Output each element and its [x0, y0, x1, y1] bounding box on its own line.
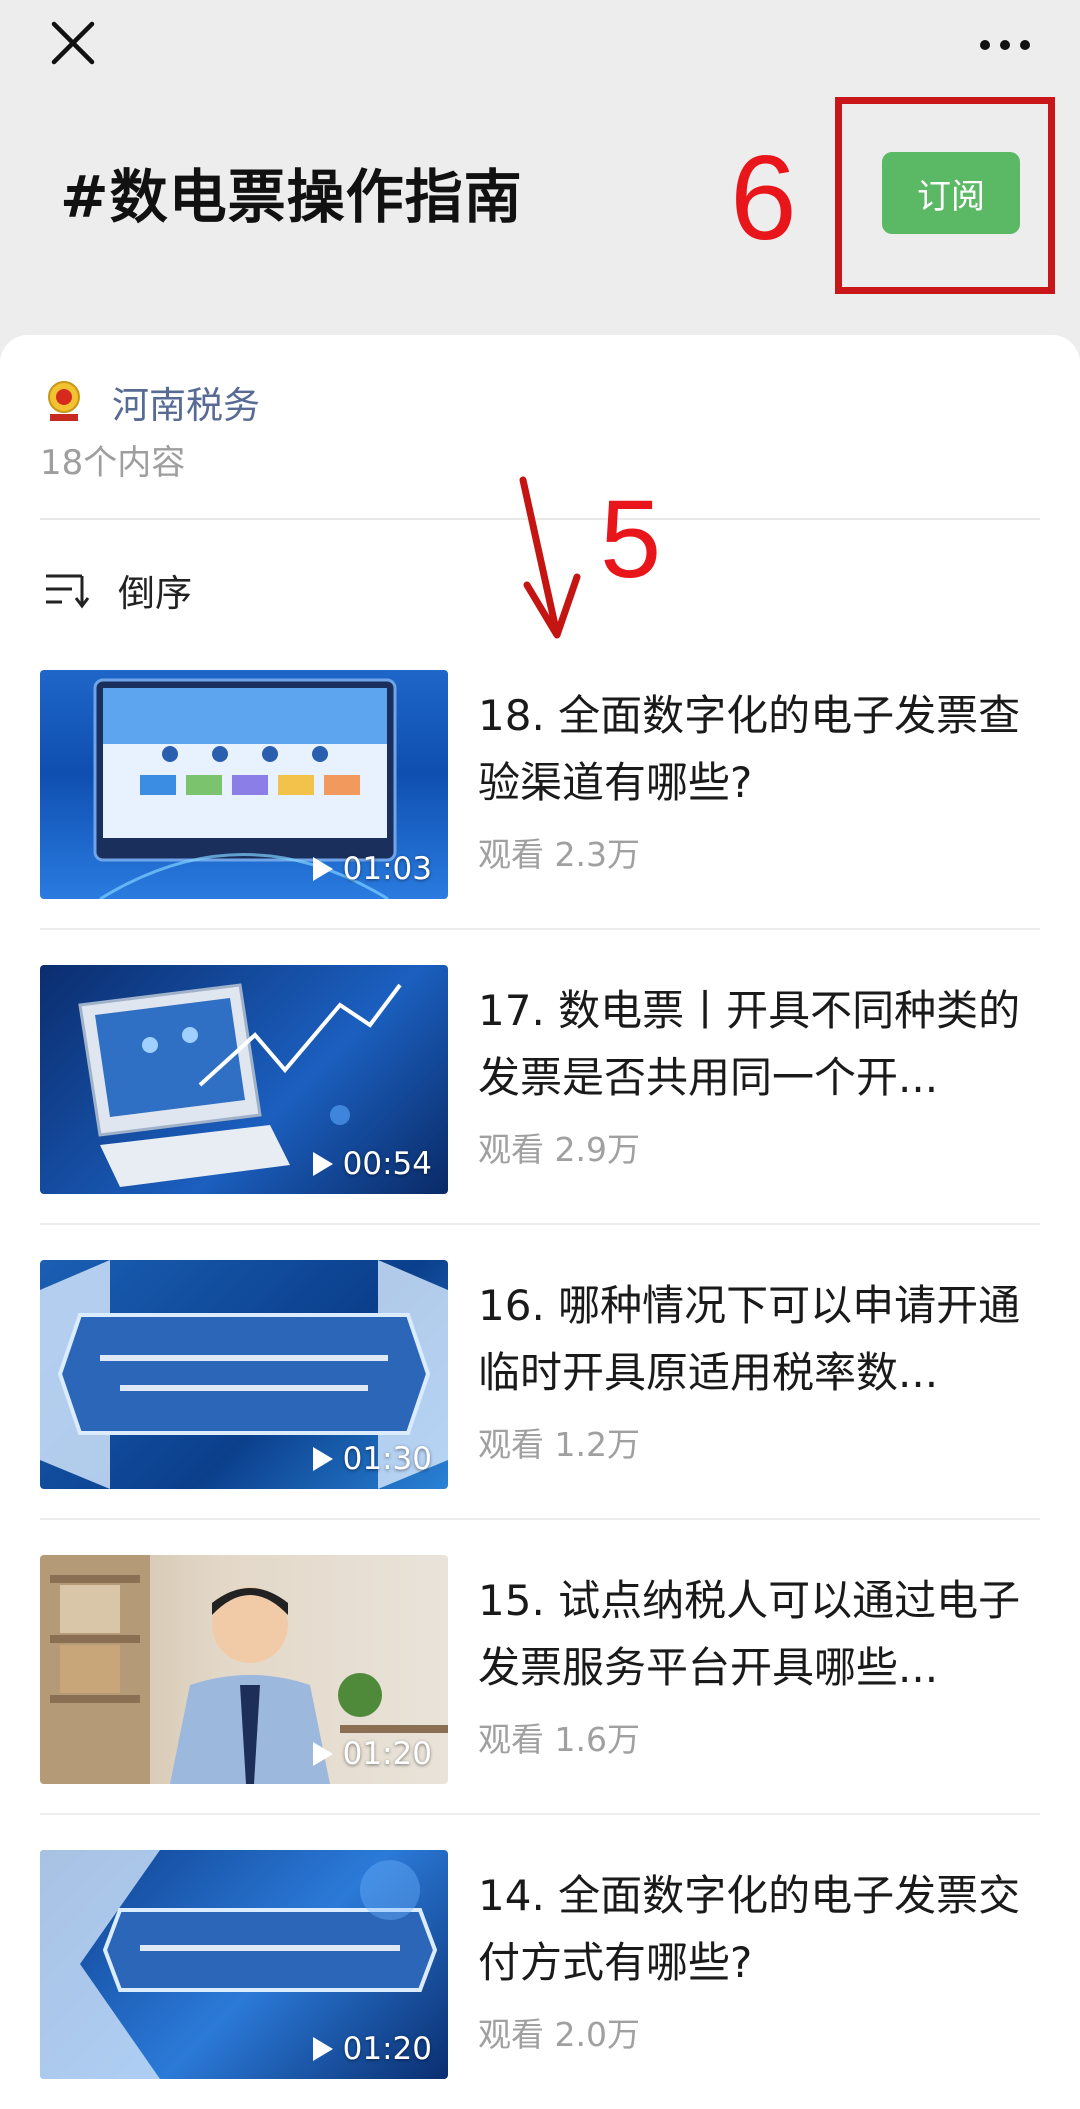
video-thumbnail: 00:54	[40, 965, 448, 1194]
duration-text: 01:30	[342, 1441, 432, 1477]
sort-icon	[46, 574, 90, 609]
view-count: 观看 2.0万	[478, 2015, 640, 2054]
duration-text: 01:20	[342, 1736, 432, 1772]
view-count: 观看 2.3万	[478, 835, 640, 874]
duration-text: 00:54	[342, 1146, 432, 1182]
video-title: 16. 哪种情况下可以申请开通临时开具原适用税率数...	[478, 1281, 1021, 1397]
duration-text: 01:20	[342, 2031, 432, 2067]
video-thumbnail: 01:03	[40, 670, 448, 899]
tax-emblem-icon	[48, 381, 80, 421]
view-count: 观看 2.9万	[478, 1130, 640, 1169]
play-icon	[312, 1152, 333, 1176]
play-icon	[312, 1447, 333, 1471]
view-count: 观看 1.6万	[478, 1720, 640, 1759]
page-title: #数电票操作指南	[60, 163, 523, 231]
annotation-number-6: 6	[730, 131, 797, 265]
more-icon[interactable]	[977, 30, 1033, 60]
video-thumbnail: 01:30	[40, 1260, 448, 1489]
annotation-arrow	[519, 476, 581, 639]
subscribe-button[interactable]: 订阅	[882, 152, 1020, 234]
list-item[interactable]: 01:20 15. 试点纳税人可以通过电子发票服务平台开具哪些... 观看 1.…	[0, 1555, 1080, 1815]
divider	[40, 1223, 1040, 1225]
sort-label: 倒序	[118, 572, 192, 615]
view-count: 观看 1.2万	[478, 1425, 640, 1464]
author-name[interactable]: 河南税务	[112, 375, 260, 429]
list-item[interactable]: 01:30 16. 哪种情况下可以申请开通临时开具原适用税率数... 观看 1.…	[0, 1260, 1080, 1520]
annotation-number-5: 5	[600, 478, 662, 601]
list-item[interactable]: 00:54 17. 数电票丨开具不同种类的发票是否共用同一个开... 观看 2.…	[0, 965, 1080, 1225]
video-title: 17. 数电票丨开具不同种类的发票是否共用同一个开...	[478, 986, 1021, 1102]
divider	[40, 928, 1040, 930]
video-title: 15. 试点纳税人可以通过电子发票服务平台开具哪些...	[478, 1576, 1021, 1692]
top-bar	[0, 0, 1080, 90]
video-title: 18. 全面数字化的电子发票查验渠道有哪些?	[478, 691, 1021, 807]
list-item[interactable]: 01:03 18. 全面数字化的电子发票查验渠道有哪些? 观看 2.3万	[0, 670, 1080, 930]
video-thumbnail: 01:20	[40, 1555, 448, 1784]
sort-toggle[interactable]: 倒序	[44, 565, 192, 615]
close-icon[interactable]	[50, 20, 96, 66]
content-count: 18个内容	[40, 443, 186, 483]
video-title: 14. 全面数字化的电子发票交付方式有哪些?	[478, 1871, 1021, 1987]
video-duration: 01:20	[312, 1736, 432, 1772]
divider	[40, 1518, 1040, 1520]
list-item[interactable]: 01:20 14. 全面数字化的电子发票交付方式有哪些? 观看 2.0万	[0, 1850, 1080, 2080]
video-duration: 00:54	[312, 1146, 432, 1182]
play-icon	[312, 1742, 333, 1766]
play-icon	[312, 2037, 333, 2061]
duration-text: 01:03	[342, 851, 432, 887]
video-duration: 01:30	[312, 1441, 432, 1477]
content-card: 河南税务 18个内容 倒序 5 01:03 18. 全面数字化的电子发票查验渠道…	[0, 335, 1080, 2109]
play-icon	[312, 857, 333, 881]
divider	[40, 1813, 1040, 1815]
video-thumbnail: 01:20	[40, 1850, 448, 2079]
video-duration: 01:20	[312, 2031, 432, 2067]
video-duration: 01:03	[312, 851, 432, 887]
